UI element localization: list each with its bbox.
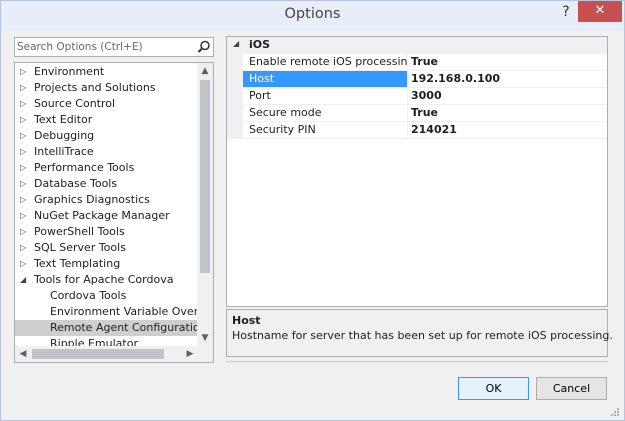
tree-item[interactable]: ▷ Text Templating	[15, 256, 198, 272]
tree-item[interactable]: ▷ Graphics Diagnostics	[15, 192, 198, 208]
expand-arrow-icon[interactable]: ▷	[20, 208, 30, 224]
property-name[interactable]: Enable remote iOS processing	[243, 54, 408, 70]
property-row[interactable]: Host 192.168.0.100	[227, 71, 607, 88]
property-row[interactable]: Secure mode True	[227, 105, 607, 122]
tree-item-label: Debugging	[34, 129, 95, 142]
property-row[interactable]: Port 3000	[227, 88, 607, 105]
tree-item[interactable]: Environment Variable Overrides	[15, 304, 198, 320]
tree-item-label: Environment	[34, 65, 105, 78]
tree-item-label: Text Editor	[34, 113, 93, 126]
property-name[interactable]: Host	[243, 71, 408, 87]
window-title: Options	[284, 6, 341, 22]
property-value[interactable]: 3000	[411, 88, 442, 104]
expand-arrow-icon[interactable]: ▷	[20, 144, 30, 160]
expand-arrow-icon[interactable]: ▷	[20, 240, 30, 256]
property-gutter	[227, 122, 243, 139]
resize-grip-icon[interactable]	[608, 405, 620, 417]
tree-item[interactable]: ▷ PowerShell Tools	[15, 224, 198, 240]
tree-vertical-scrollbar[interactable]: ▲ ▼	[197, 63, 213, 346]
property-value[interactable]: True	[411, 54, 438, 70]
property-gutter	[227, 71, 243, 88]
tree-item-label: Tools for Apache Cordova	[34, 273, 174, 286]
tree-item[interactable]: ▷ SQL Server Tools	[15, 240, 198, 256]
tree-item[interactable]: Cordova Tools	[15, 288, 198, 304]
tree-item-label: Text Templating	[34, 257, 121, 270]
tree-item-label: SQL Server Tools	[34, 241, 126, 254]
search-icon[interactable]	[197, 40, 211, 54]
ok-button[interactable]: OK	[458, 377, 529, 400]
property-gutter	[227, 105, 243, 122]
expand-arrow-icon[interactable]: ▷	[20, 224, 30, 240]
options-tree[interactable]: ▷ Environment ▷ Projects and Solutions ▷ Sour…	[14, 62, 214, 363]
tree-item-label: IntelliTrace	[34, 145, 94, 158]
property-name[interactable]: Security PIN	[243, 122, 408, 138]
tree-item[interactable]: ▷ Debugging	[15, 128, 198, 144]
scrollbar-corner	[198, 346, 213, 362]
collapse-icon[interactable]: ◢	[233, 39, 239, 48]
property-value[interactable]: 214021	[411, 122, 457, 138]
scroll-up-icon[interactable]: ▲	[197, 63, 213, 79]
expand-arrow-icon[interactable]: ▷	[20, 128, 30, 144]
property-name[interactable]: Secure mode	[243, 105, 408, 121]
expand-arrow-icon[interactable]: ◢	[20, 272, 30, 288]
tree-item-label: Environment Variable Overrides	[50, 305, 198, 318]
title-bar[interactable]: Options ? ✕	[1, 1, 624, 31]
tree-item[interactable]: ▷ Database Tools	[15, 176, 198, 192]
tree-item-label: Graphics Diagnostics	[34, 193, 150, 206]
tree-item-label: Database Tools	[34, 177, 118, 190]
expand-arrow-icon[interactable]: ▷	[20, 64, 30, 80]
tree-item[interactable]: ◢ Tools for Apache Cordova	[15, 272, 198, 288]
scroll-right-icon[interactable]: ▶	[182, 346, 198, 362]
property-value[interactable]: True	[411, 105, 438, 121]
scroll-thumb[interactable]	[200, 80, 210, 273]
description-pane: Host Hostname for server that has been s…	[226, 309, 613, 357]
search-box[interactable]	[14, 37, 214, 57]
tree-item[interactable]: ▷ Environment	[15, 64, 198, 80]
expand-arrow-icon[interactable]: ▷	[20, 176, 30, 192]
tree-horizontal-scrollbar[interactable]: ◀ ▶	[15, 346, 198, 362]
tree-item[interactable]: ▷ Projects and Solutions	[15, 80, 198, 96]
tree-item-label: Remote Agent Configuration	[50, 321, 198, 334]
expand-arrow-icon[interactable]: ▷	[20, 160, 30, 176]
divider	[226, 361, 608, 362]
tree-item[interactable]: Remote Agent Configuration	[15, 320, 198, 336]
tree-item[interactable]: ▷ Text Editor	[15, 112, 198, 128]
expand-arrow-icon[interactable]: ▷	[20, 256, 30, 272]
description-title: Host	[232, 314, 261, 327]
search-input[interactable]	[17, 39, 193, 55]
cancel-button[interactable]: Cancel	[536, 377, 607, 400]
expand-arrow-icon[interactable]: ▷	[20, 112, 30, 128]
expand-arrow-icon[interactable]: ▷	[20, 96, 30, 112]
property-row[interactable]: Enable remote iOS processing True	[227, 54, 607, 71]
property-row[interactable]: Security PIN 214021	[227, 122, 607, 139]
property-value[interactable]: 192.168.0.100	[411, 71, 500, 87]
tree-item[interactable]: ▷ Source Control	[15, 96, 198, 112]
options-dialog: Options ? ✕ ▷ Environment ▷ Projects and So…	[0, 0, 625, 421]
scroll-down-icon[interactable]: ▼	[197, 330, 213, 346]
close-button[interactable]: ✕	[578, 1, 622, 22]
scroll-left-icon[interactable]: ◀	[15, 346, 31, 362]
expand-arrow-icon[interactable]: ▷	[20, 192, 30, 208]
help-button[interactable]: ?	[553, 3, 579, 23]
property-gutter	[227, 54, 243, 71]
tree-item-label: Projects and Solutions	[34, 81, 156, 94]
tree-item[interactable]: ▷ IntelliTrace	[15, 144, 198, 160]
tree-item[interactable]: ▷ Performance Tools	[15, 160, 198, 176]
scroll-thumb-horizontal[interactable]	[32, 349, 164, 359]
property-name[interactable]: Port	[243, 88, 408, 104]
tree-item-label: Cordova Tools	[50, 289, 127, 302]
tree-item-label: PowerShell Tools	[34, 225, 125, 238]
tree-item-label: Source Control	[34, 97, 116, 110]
property-gutter	[227, 88, 243, 105]
category-label: iOS	[249, 38, 271, 51]
tree-item-label: NuGet Package Manager	[34, 209, 170, 222]
property-grid[interactable]: ◢ iOS Enable remote iOS processing True Ho…	[226, 36, 608, 307]
description-text: Hostname for server that has been set up…	[232, 329, 613, 342]
tree-item-label: Performance Tools	[34, 161, 135, 174]
expand-arrow-icon[interactable]: ▷	[20, 80, 30, 96]
category-row-ios[interactable]: ◢ iOS	[227, 37, 607, 54]
tree-item[interactable]: ▷ NuGet Package Manager	[15, 208, 198, 224]
